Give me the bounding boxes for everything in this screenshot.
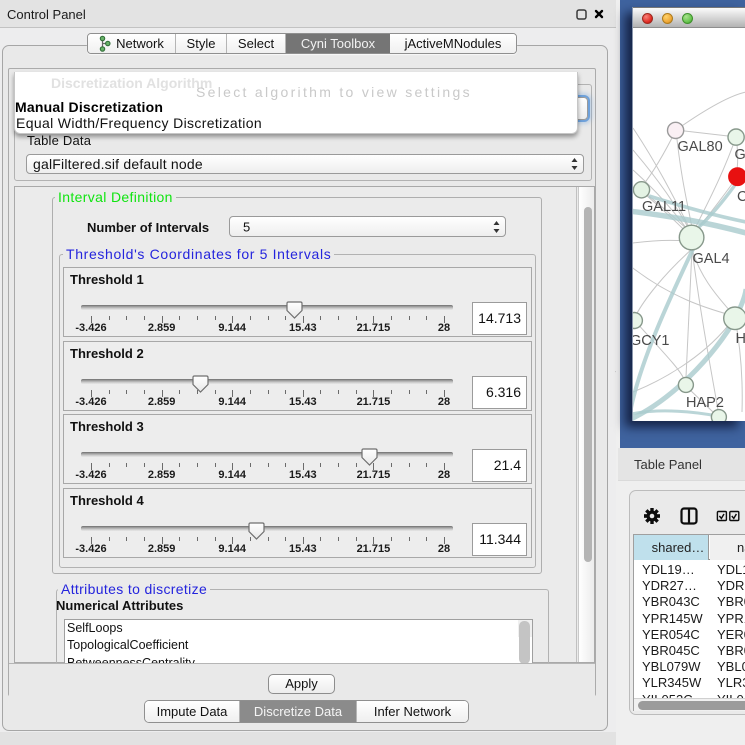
svg-text:C: C: [737, 189, 745, 205]
svg-text:HAP2: HAP2: [686, 395, 724, 411]
svg-text:H: H: [736, 331, 745, 347]
svg-text:G.: G.: [735, 147, 745, 163]
svg-text:GAL11: GAL11: [642, 199, 686, 215]
svg-text:GCY1: GCY1: [633, 333, 670, 349]
svg-text:GAL80: GAL80: [678, 139, 723, 155]
svg-text:GAL4: GAL4: [693, 251, 730, 267]
